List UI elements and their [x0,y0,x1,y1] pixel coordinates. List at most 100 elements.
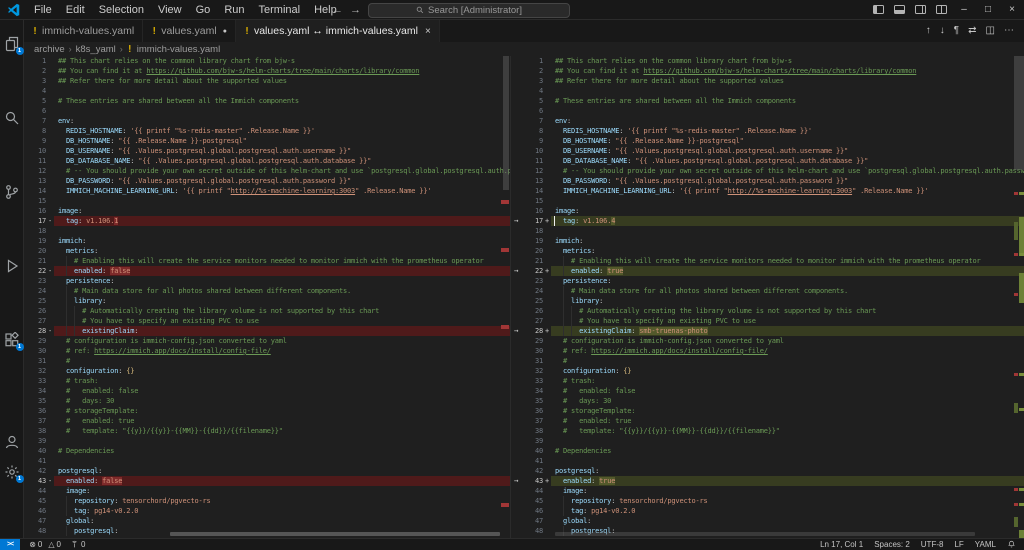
code-line-content[interactable]: global: [551,516,1024,526]
code-line-content[interactable]: # [551,356,1024,366]
code-line-content[interactable]: image: [551,206,1024,216]
code-line-content[interactable]: # enabled: false [551,386,1024,396]
menu-view[interactable]: View [151,4,189,16]
cursor-position[interactable]: Ln 17, Col 1 [820,540,863,549]
code-line-content[interactable]: REDIS_HOSTNAME: '{{ printf "%s-redis-mas… [54,126,510,136]
code-line-content[interactable]: enabled: true [551,476,1024,486]
close-tab-icon[interactable]: × [425,26,431,37]
code-line-content[interactable]: # ref: https://immich.app/docs/install/c… [551,346,1024,356]
code-line-content[interactable]: image: [551,486,1024,496]
code-line-content[interactable]: # Automatically creating the library vol… [54,306,510,316]
tab-values-yaml-immich-values-yaml[interactable]: ! values.yaml ↔ immich-values.yaml × [235,20,440,42]
code-line-content[interactable]: # -- You should provide your own secret … [551,166,1024,176]
code-line-content[interactable]: immich: [551,236,1024,246]
code-line-content[interactable]: image: [54,486,510,496]
horizontal-scrollbar[interactable] [170,532,500,536]
code-line-content[interactable]: ## This chart relies on the common libra… [551,56,1024,66]
code-line-content[interactable]: # enabled: true [54,416,510,426]
code-line-content[interactable]: DB_DATABASE_NAME: "{{ .Values.postgresql… [54,156,510,166]
code-line-content[interactable]: configuration: {} [54,366,510,376]
close-window-button[interactable]: × [1000,4,1024,15]
code-line-content[interactable]: enabled: false [54,476,510,486]
code-line-content[interactable]: IMMICH_MACHINE_LEARNING_URL: '{{ printf … [551,186,1024,196]
toggle-whitespace-icon[interactable]: ¶ [954,20,959,42]
code-line-content[interactable] [54,196,510,206]
code-line-content[interactable]: # These entries are shared between all t… [54,96,510,106]
code-line-content[interactable]: ## Refer there for more detail about the… [54,76,510,86]
activity-explorer[interactable]: 1 [4,36,24,55]
code-line-content[interactable]: immich: [54,236,510,246]
toggle-secondary-sidebar-icon[interactable] [915,5,926,14]
code-line-content[interactable]: DB_HOSTNAME: "{{ .Release.Name }}-postgr… [54,136,510,146]
swap-diff-sides-icon[interactable]: ⇄ [968,20,976,42]
code-line-content[interactable]: existingClaim: smb-truenas-photo [551,326,1024,336]
vertical-scrollbar[interactable] [503,56,509,190]
code-line-content[interactable]: # Enabling this will create the service … [551,256,1024,266]
code-line-content[interactable]: DB_USERNAME: "{{ .Values.postgresql.glob… [54,146,510,156]
code-line-content[interactable] [551,106,1024,116]
menu-run[interactable]: Run [217,4,251,16]
activity-source-control[interactable] [4,184,20,200]
split-editor-icon[interactable]: ◫ [986,20,995,42]
code-line-content[interactable]: # You have to specify an existing PVC to… [54,316,510,326]
code-line-content[interactable] [54,436,510,446]
code-line-content[interactable]: # Dependencies [54,446,510,456]
activity-run-and-debug[interactable] [4,258,20,274]
code-line-content[interactable]: persistence: [551,276,1024,286]
activity-accounts[interactable] [4,434,20,450]
previous-change-icon[interactable]: ↑ [926,20,931,42]
code-line-content[interactable]: persistence: [54,276,510,286]
minimize-button[interactable]: – [952,4,976,15]
code-line-content[interactable] [551,86,1024,96]
code-line-content[interactable]: # [54,356,510,366]
menu-terminal[interactable]: Terminal [252,4,308,16]
code-line-content[interactable]: REDIS_HOSTNAME: '{{ printf "%s-redis-mas… [551,126,1024,136]
code-line-content[interactable] [551,196,1024,206]
code-line-content[interactable]: # You have to specify an existing PVC to… [551,316,1024,326]
revert-change-arrow-icon[interactable]: → [511,266,521,276]
code-line-content[interactable]: metrics: [551,246,1024,256]
vertical-scrollbar[interactable] [1014,56,1024,170]
code-line-content[interactable]: # storageTemplate: [551,406,1024,416]
code-line-content[interactable]: metrics: [54,246,510,256]
code-line-content[interactable]: repository: tensorchord/pgvecto-rs [551,496,1024,506]
code-line-content[interactable]: configuration: {} [551,366,1024,376]
code-line-content[interactable]: # template: "{{y}}/{{y}}-{{MM}}-{{dd}}/{… [54,426,510,436]
customize-layout-icon[interactable] [936,5,947,14]
code-line-content[interactable]: tag: v1.106.1 [54,216,510,226]
code-line-content[interactable]: existingClaim: [54,326,510,336]
toggle-sidebar-icon[interactable] [873,5,884,14]
code-line-content[interactable]: global: [54,516,510,526]
command-center-search[interactable]: Search [Administrator] [368,2,570,18]
code-line-content[interactable] [551,436,1024,446]
encoding-status[interactable]: UTF-8 [921,540,944,549]
revert-change-arrow-icon[interactable]: → [511,216,521,226]
code-line-content[interactable]: env: [551,116,1024,126]
code-line-content[interactable]: IMMICH_MACHINE_LEARNING_URL: '{{ printf … [54,186,510,196]
next-change-icon[interactable]: ↓ [940,20,945,42]
revert-change-arrow-icon[interactable]: → [511,326,521,336]
activity-search[interactable] [4,110,20,126]
tab-immich-values-yaml[interactable]: ! immich-values.yaml [24,20,144,42]
code-line-content[interactable]: library: [54,296,510,306]
more-actions-icon[interactable]: ⋯ [1004,20,1014,42]
code-line-content[interactable]: DB_PASSWORD: "{{ .Values.postgresql.glob… [54,176,510,186]
code-line-content[interactable]: tag: pg14-v0.2.0 [551,506,1024,516]
code-line-content[interactable] [54,106,510,116]
code-line-content[interactable]: # -- You should provide your own secret … [54,166,510,176]
code-line-content[interactable] [54,456,510,466]
activity-settings[interactable]: 1 [4,464,24,483]
menu-go[interactable]: Go [189,4,218,16]
code-line-content[interactable]: env: [54,116,510,126]
code-line-content[interactable]: # configuration is immich-config.json co… [54,336,510,346]
code-line-content[interactable]: postgresql: [551,466,1024,476]
code-line-content[interactable]: image: [54,206,510,216]
menu-edit[interactable]: Edit [59,4,92,16]
indentation-status[interactable]: Spaces: 2 [874,540,910,549]
code-line-content[interactable]: library: [551,296,1024,306]
code-line-content[interactable]: postgresql: [54,466,510,476]
breadcrumb-item-k8s_yaml[interactable]: k8s_yaml [76,44,116,55]
forward-icon[interactable]: → [350,2,361,18]
code-line-content[interactable] [54,226,510,236]
code-line-content[interactable]: DB_HOSTNAME: "{{ .Release.Name }}-postgr… [551,136,1024,146]
